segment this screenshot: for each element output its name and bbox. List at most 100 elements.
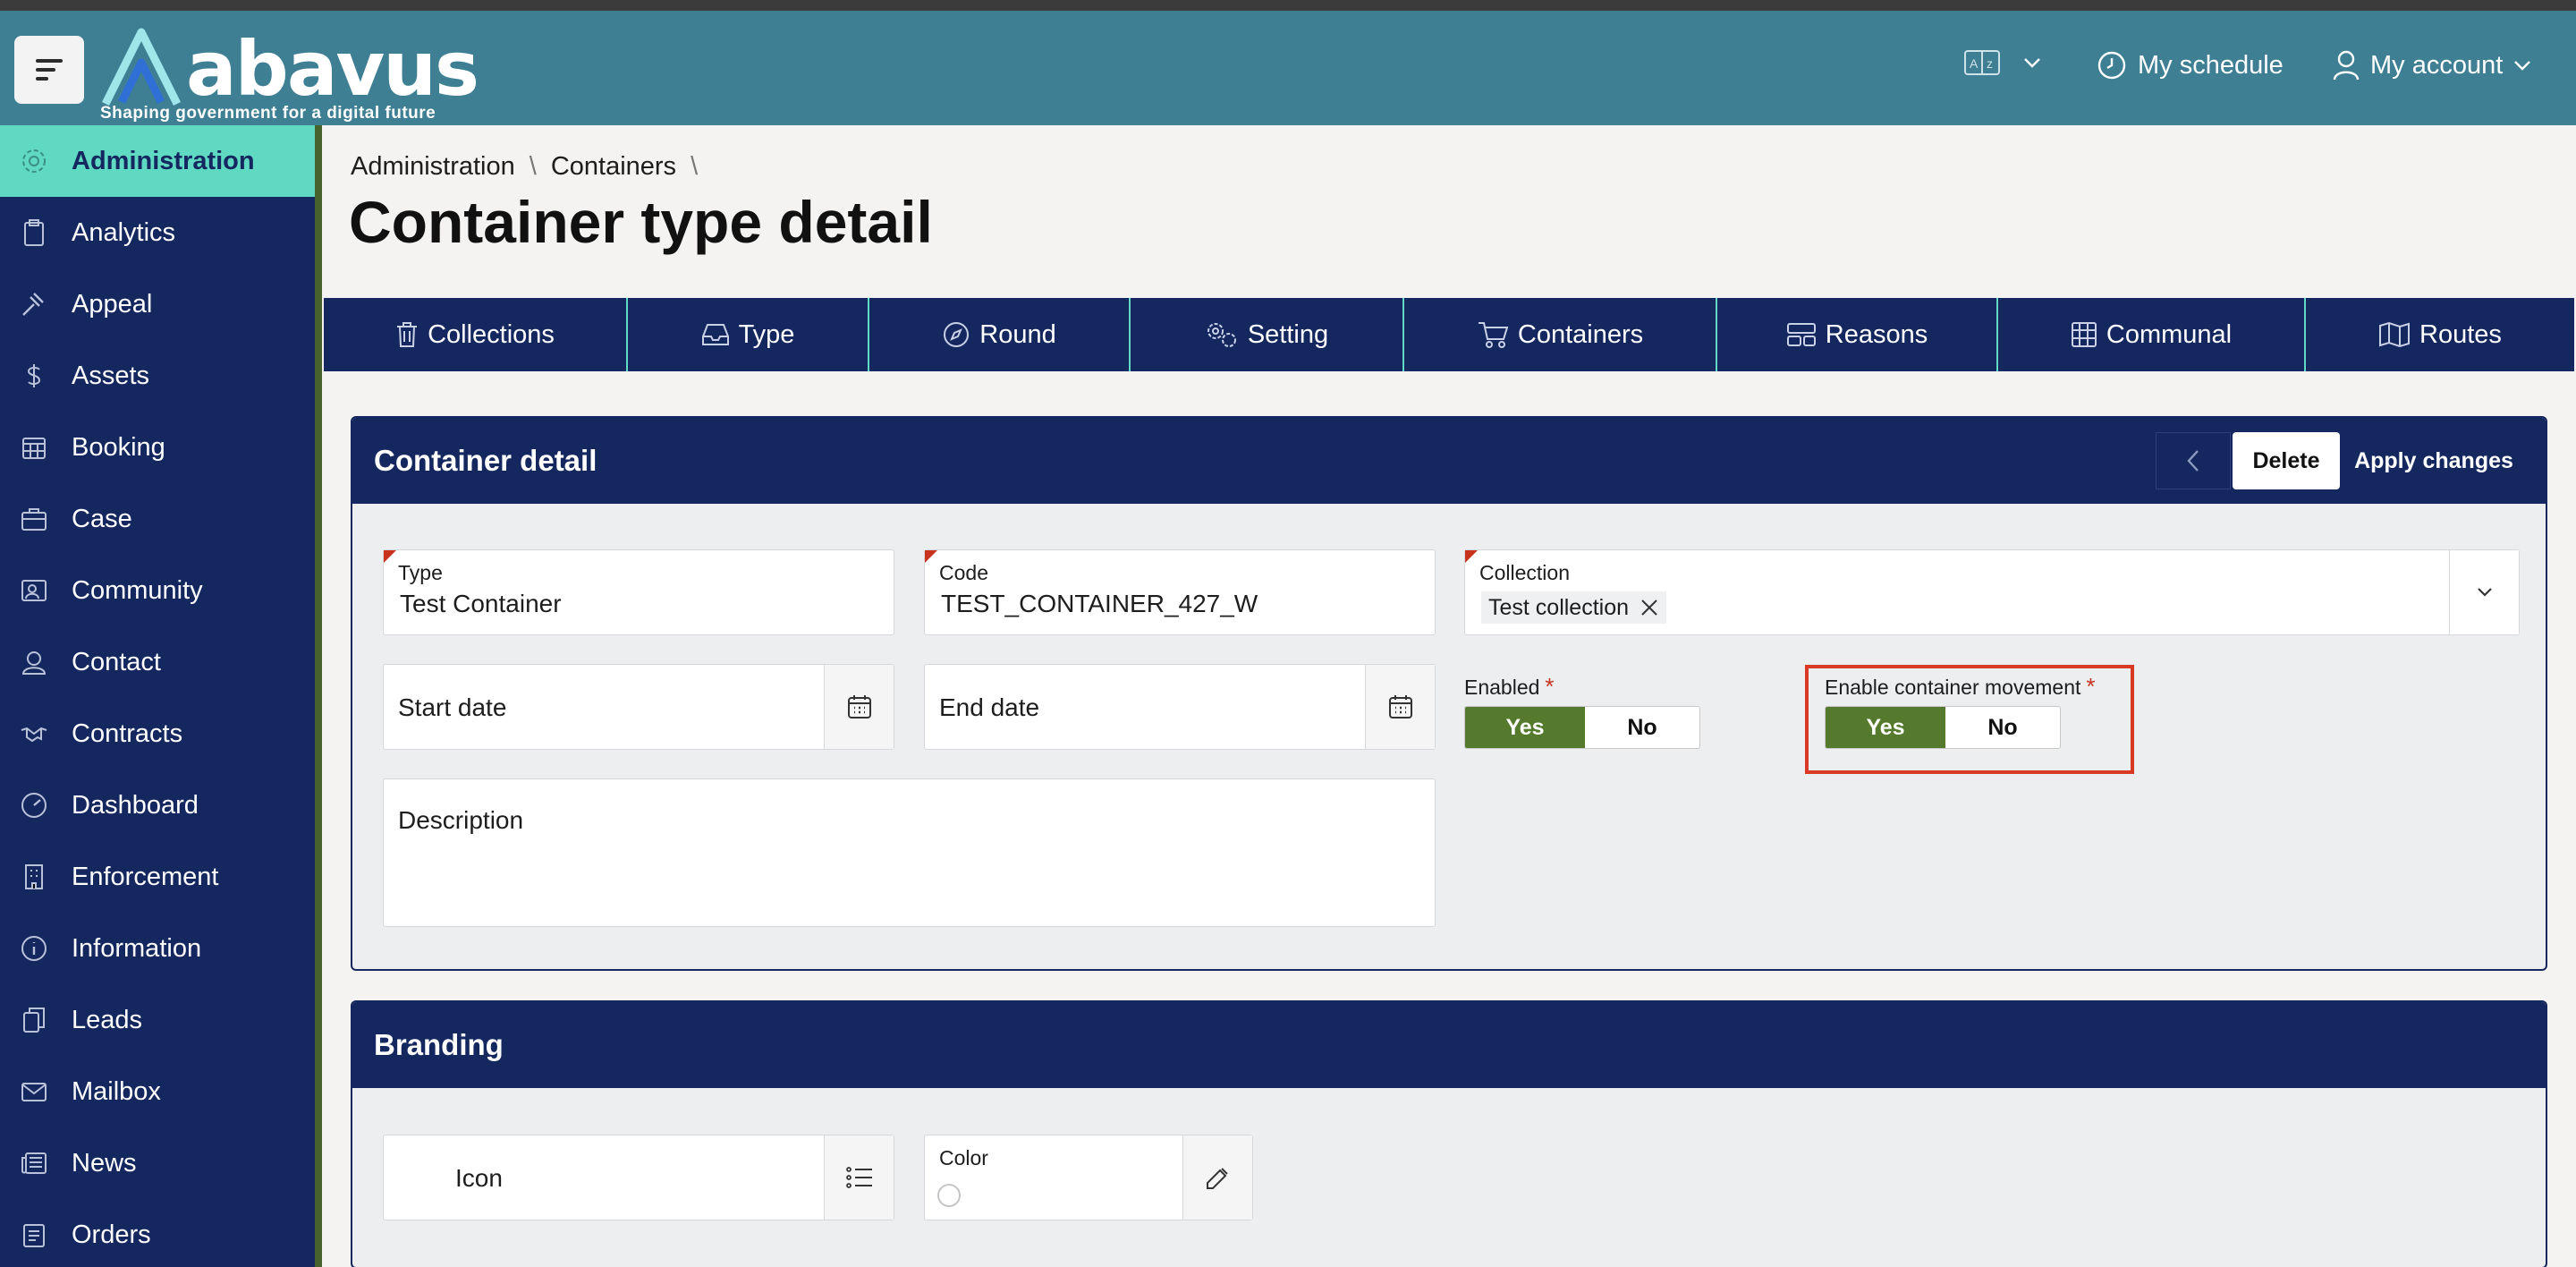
sidebar-item-contracts[interactable]: Contracts [0,698,315,770]
code-field[interactable]: Code TEST_CONTAINER_427_W [924,549,1436,635]
breadcrumb-item-containers[interactable]: Containers [551,152,676,182]
delete-button[interactable]: Delete [2233,432,2340,489]
sidebar-item-booking[interactable]: Booking [0,412,315,483]
gavel-icon [22,293,44,316]
tab-label: Reasons [1825,319,1928,349]
sidebar-item-label: Appeal [72,289,153,319]
color-field[interactable]: Color [924,1135,1253,1220]
sidebar-item-mailbox[interactable]: Mailbox [0,1056,315,1127]
collection-select[interactable]: Collection Test collection [1464,549,2520,635]
sidebar-item-label: Community [72,575,203,605]
field-placeholder: Start date [398,693,507,721]
community-icon [21,580,47,601]
svg-text:A: A [1970,56,1979,71]
description-field[interactable]: Description [383,778,1436,927]
tab-type[interactable]: Type [628,298,869,371]
tab-reasons[interactable]: Reasons [1717,298,1998,371]
icon-field[interactable]: Icon [383,1135,894,1220]
sidebar-item-orders[interactable]: Orders [0,1199,315,1267]
start-date-picker-button[interactable] [824,665,894,749]
newspaper-icon [21,1152,47,1174]
orders-icon [23,1224,45,1247]
back-button[interactable] [2156,432,2231,489]
tab-collections[interactable]: Collections [324,298,628,371]
handshake-icon [21,727,47,743]
sidebar-item-enforcement[interactable]: Enforcement [0,841,315,913]
required-star: * [1545,673,1555,700]
sidebar-item-dashboard[interactable]: Dashboard [0,770,315,841]
section-tabs: Collections Type Round Setting Container… [324,298,2574,371]
eyedropper-icon [1206,1168,1228,1189]
clipboard-copy-icon [23,1008,45,1033]
sidebar-item-label: Booking [72,432,165,462]
building-icon [25,864,43,889]
tab-label: Type [738,319,795,349]
logo-wordmark: abavus [186,25,479,113]
field-placeholder: Description [398,806,524,834]
tab-round[interactable]: Round [869,298,1131,371]
color-picker-button[interactable] [1182,1135,1252,1220]
cart-icon [1478,322,1509,348]
enabled-label: Enabled * [1464,673,1555,700]
start-date-field[interactable]: Start date [383,664,894,750]
sidebar-item-community[interactable]: Community [0,555,315,626]
end-date-field[interactable]: End date [924,664,1436,750]
tab-routes[interactable]: Routes [2306,298,2574,371]
card-actions: Delete Apply changes [2156,432,2528,489]
sidebar-item-label: Case [72,504,132,533]
tab-label: Routes [2419,319,2502,349]
window-top-strip [0,0,2576,11]
sidebar-item-label: Administration [72,146,255,175]
tab-label: Collections [428,319,555,349]
enabled-no-option[interactable]: No [1585,707,1699,748]
sidebar-item-information[interactable]: Information [0,913,315,984]
trash-icon [397,322,418,347]
tab-setting[interactable]: Setting [1131,298,1404,371]
sidebar-resize-handle[interactable] [315,125,322,1267]
breadcrumb-item-administration[interactable]: Administration [351,152,515,182]
abavus-logo[interactable]: abavus Shaping government for a digital … [97,18,479,125]
sidebar-item-assets[interactable]: Assets [0,340,315,412]
sidebar-item-label: Leads [72,1005,143,1034]
calendar-icon [847,695,871,719]
tab-containers[interactable]: Containers [1404,298,1717,371]
sidebar-item-analytics[interactable]: Analytics [0,197,315,268]
language-selector[interactable]: A z [1964,50,2041,75]
required-marker [925,550,937,563]
sidebar-nav: Administration Analytics Appeal Assets B… [0,125,315,1267]
close-icon[interactable] [1640,598,1659,617]
icon-list-button[interactable] [824,1135,894,1220]
field-value: Test Container [400,590,562,617]
calendar-icon [1388,695,1412,719]
tab-communal[interactable]: Communal [1998,298,2306,371]
my-schedule-link[interactable]: My schedule [2097,50,2284,81]
branding-header: Branding [352,1002,2546,1088]
enabled-toggle[interactable]: Yes No [1464,706,1700,749]
collection-dropdown-button[interactable] [2449,550,2519,634]
contact-icon [21,651,47,675]
sidebar-item-leads[interactable]: Leads [0,984,315,1056]
my-account-menu[interactable]: My account [2333,50,2531,81]
gauge-icon [21,793,47,818]
type-field[interactable]: Type Test Container [383,549,894,635]
logo-tagline: Shaping government for a digital future [100,104,436,123]
sidebar-item-label: Orders [72,1220,151,1249]
sidebar-item-label: Information [72,933,202,963]
chip-label: Test collection [1488,594,1630,620]
sidebar-item-administration[interactable]: Administration [0,125,315,197]
clipboard-icon [24,219,44,246]
compass-icon [944,322,970,347]
highlight-box [1805,665,2134,774]
menu-toggle-button[interactable] [14,36,84,104]
map-icon [2379,321,2411,348]
enabled-yes-option[interactable]: Yes [1465,707,1585,748]
apply-changes-button[interactable]: Apply changes [2340,432,2528,489]
end-date-picker-button[interactable] [1365,665,1435,749]
sidebar-item-news[interactable]: News [0,1127,315,1199]
layout-icon [1786,323,1816,346]
menu-icon [36,59,63,63]
sidebar-item-case[interactable]: Case [0,483,315,555]
dollar-icon [27,364,41,387]
sidebar-item-appeal[interactable]: Appeal [0,268,315,340]
sidebar-item-contact[interactable]: Contact [0,626,315,698]
